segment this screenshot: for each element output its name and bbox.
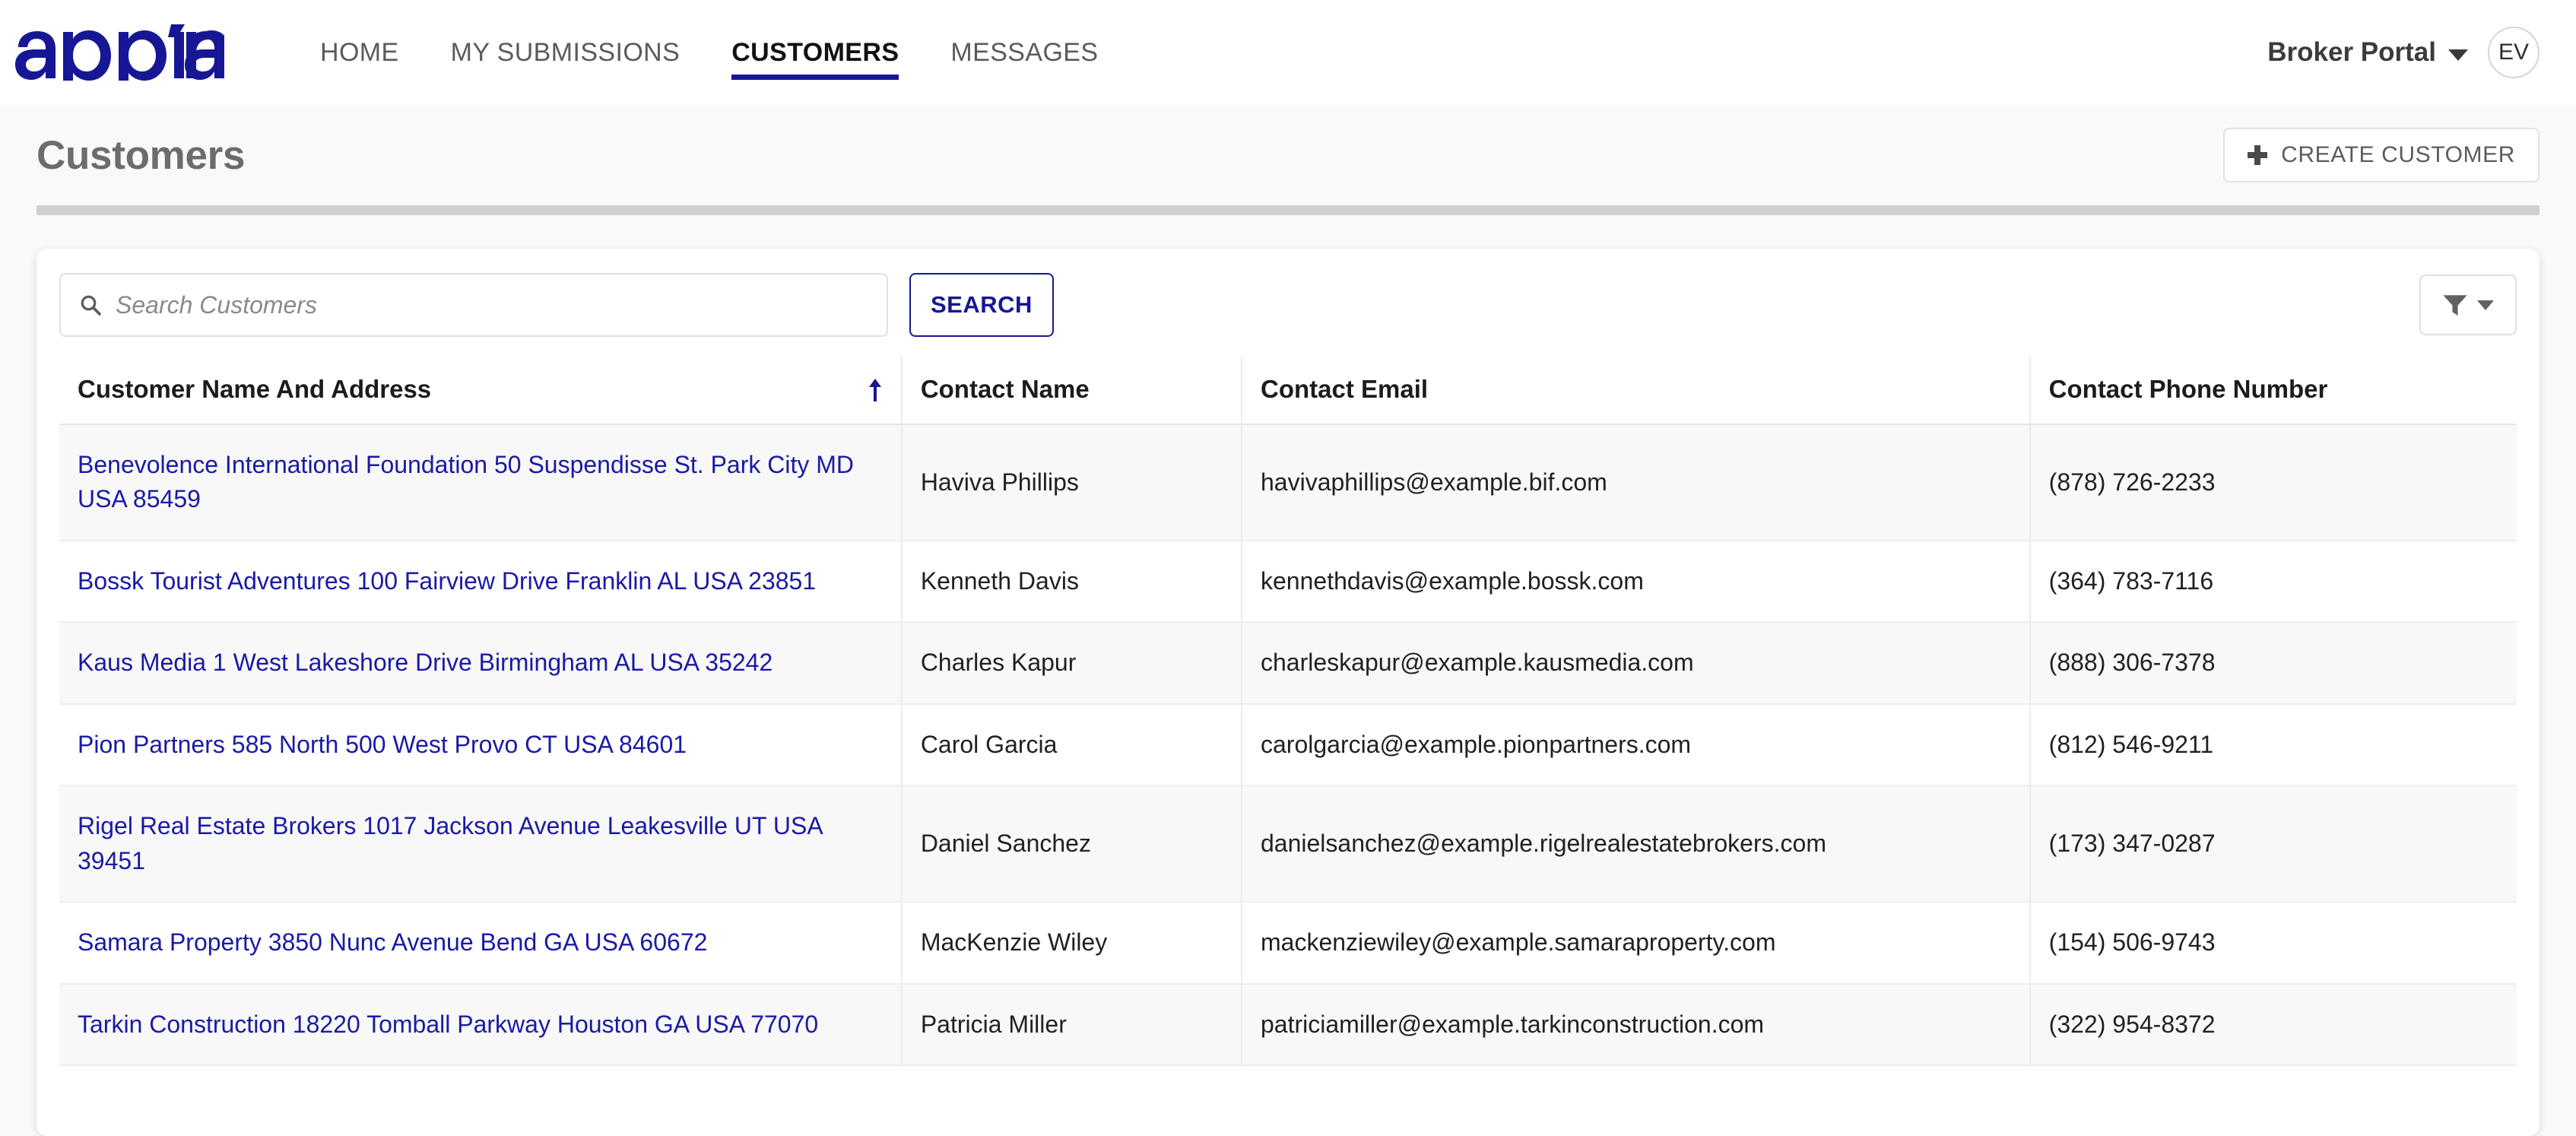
cell-customer-name-and-address: Benevolence International Foundation 50 …: [59, 424, 903, 541]
cell-customer-name-and-address: Bossk Tourist Adventures 100 Fairview Dr…: [59, 540, 903, 624]
chevron-down-icon: [2477, 300, 2494, 310]
portal-switcher[interactable]: Broker Portal: [2267, 37, 2468, 68]
customer-link[interactable]: Kaus Media 1 West Lakeshore Drive Birmin…: [78, 649, 772, 676]
cell-customer-name-and-address: Tarkin Construction 18220 Tomball Parkwa…: [59, 983, 903, 1066]
table-row: Samara Property 3850 Nunc Avenue Bend GA…: [59, 902, 2517, 985]
cell-contact-email: danielsanchez@example.rigelrealestatebro…: [1242, 785, 2031, 903]
table-row: Pion Partners 585 North 500 West Provo C…: [59, 703, 2517, 787]
column-header-customer-name-and-address[interactable]: Customer Name And Address: [59, 357, 903, 425]
nav-item-label: MESSAGES: [950, 37, 1099, 67]
section-divider: [36, 205, 2540, 215]
column-header-contact-email[interactable]: Contact Email: [1242, 357, 2031, 425]
table-row: Bossk Tourist Adventures 100 Fairview Dr…: [59, 540, 2517, 624]
avatar[interactable]: EV: [2488, 27, 2540, 78]
cell-contact-email: mackenziewiley@example.samaraproperty.co…: [1242, 902, 2031, 985]
search-icon: [81, 295, 101, 316]
nav-item-label: CUSTOMERS: [731, 37, 899, 67]
customers-card: SEARCH Customer Name And Address: [36, 249, 2540, 1136]
cell-contact-phone: (888) 306-7378: [2029, 622, 2517, 705]
customer-link[interactable]: Bossk Tourist Adventures 100 Fairview Dr…: [78, 567, 816, 595]
cell-customer-name-and-address: Pion Partners 585 North 500 West Provo C…: [59, 703, 903, 787]
cell-customer-name-and-address: Rigel Real Estate Brokers 1017 Jackson A…: [59, 785, 903, 903]
top-navigation-bar: HOME MY SUBMISSIONS CUSTOMERS MESSAGES B…: [0, 0, 2576, 105]
nav-item-messages[interactable]: MESSAGES: [925, 0, 1124, 105]
cell-contact-email: havivaphillips@example.bif.com: [1242, 424, 2031, 541]
cell-contact-phone: (364) 783-7116: [2029, 540, 2517, 624]
cell-contact-name: MacKenzie Wiley: [901, 902, 1243, 985]
customer-link[interactable]: Samara Property 3850 Nunc Avenue Bend GA…: [78, 928, 707, 956]
column-header-label: Customer Name And Address: [78, 375, 432, 403]
cell-contact-name: Daniel Sanchez: [901, 785, 1243, 903]
table-header: Customer Name And Address Contact Name C…: [59, 357, 2517, 425]
cell-contact-phone: (322) 954-8372: [2029, 983, 2517, 1066]
sort-ascending-icon: [868, 379, 881, 401]
appian-logo[interactable]: [15, 24, 224, 81]
create-customer-button[interactable]: CREATE CUSTOMER: [2223, 128, 2540, 182]
search-input[interactable]: [116, 290, 868, 319]
table-body: Benevolence International Foundation 50 …: [59, 424, 2517, 1066]
cell-customer-name-and-address: Kaus Media 1 West Lakeshore Drive Birmin…: [59, 622, 903, 705]
search-box[interactable]: [59, 273, 888, 337]
cell-contact-email: carolgarcia@example.pionpartners.com: [1242, 703, 2031, 787]
cell-contact-phone: (173) 347-0287: [2029, 785, 2517, 903]
customers-table: Customer Name And Address Contact Name C…: [59, 357, 2517, 1066]
cell-contact-phone: (878) 726-2233: [2029, 424, 2517, 541]
page-header-row: Customers CREATE CUSTOMER: [36, 105, 2540, 205]
funnel-icon: [2443, 295, 2467, 316]
cell-contact-email: charleskapur@example.kausmedia.com: [1242, 622, 2031, 705]
portal-label: Broker Portal: [2267, 37, 2436, 67]
cell-contact-name: Kenneth Davis: [901, 540, 1243, 624]
table-row: Tarkin Construction 18220 Tomball Parkwa…: [59, 983, 2517, 1066]
filter-button[interactable]: [2419, 274, 2517, 335]
cell-contact-email: patriciamiller@example.tarkinconstructio…: [1242, 983, 2031, 1066]
cell-contact-email: kennethdavis@example.bossk.com: [1242, 540, 2031, 624]
table-header-row: Customer Name And Address Contact Name C…: [59, 357, 2517, 425]
main-nav-links: HOME MY SUBMISSIONS CUSTOMERS MESSAGES: [294, 0, 1124, 105]
table-toolbar: SEARCH: [59, 270, 2517, 340]
plus-icon: [2248, 145, 2268, 165]
create-customer-label: CREATE CUSTOMER: [2281, 142, 2515, 167]
table-row: Rigel Real Estate Brokers 1017 Jackson A…: [59, 785, 2517, 903]
customer-link[interactable]: Benevolence International Foundation 50 …: [78, 451, 854, 512]
cell-contact-phone: (154) 506-9743: [2029, 902, 2517, 985]
cell-contact-name: Patricia Miller: [901, 983, 1243, 1066]
avatar-initials: EV: [2498, 40, 2530, 65]
table-row: Kaus Media 1 West Lakeshore Drive Birmin…: [59, 622, 2517, 705]
customer-link[interactable]: Pion Partners 585 North 500 West Provo C…: [78, 731, 687, 758]
nav-item-label: MY SUBMISSIONS: [450, 37, 680, 67]
column-header-contact-name[interactable]: Contact Name: [901, 357, 1243, 425]
column-header-contact-phone-number[interactable]: Contact Phone Number: [2029, 357, 2517, 425]
page-header-band: Customers CREATE CUSTOMER: [0, 105, 2576, 215]
cell-contact-phone: (812) 546-9211: [2029, 703, 2517, 787]
cell-customer-name-and-address: Samara Property 3850 Nunc Avenue Bend GA…: [59, 902, 903, 985]
top-bar-right-group: Broker Portal EV: [2267, 27, 2540, 78]
customer-link[interactable]: Tarkin Construction 18220 Tomball Parkwa…: [78, 1011, 818, 1038]
nav-item-label: HOME: [320, 37, 399, 67]
content-area: SEARCH Customer Name And Address: [0, 215, 2576, 1136]
customer-link[interactable]: Rigel Real Estate Brokers 1017 Jackson A…: [78, 812, 822, 874]
nav-item-my-submissions[interactable]: MY SUBMISSIONS: [425, 0, 706, 105]
cell-contact-name: Charles Kapur: [901, 622, 1243, 705]
chevron-down-icon: [2448, 49, 2468, 61]
column-header-label: Contact Email: [1261, 375, 1429, 403]
nav-item-customers[interactable]: CUSTOMERS: [706, 0, 925, 105]
column-header-label: Contact Phone Number: [2048, 375, 2328, 403]
page-title: Customers: [36, 132, 246, 178]
nav-item-home[interactable]: HOME: [294, 0, 425, 105]
table-row: Benevolence International Foundation 50 …: [59, 424, 2517, 541]
cell-contact-name: Carol Garcia: [901, 703, 1243, 787]
cell-contact-name: Haviva Phillips: [901, 424, 1243, 541]
search-button[interactable]: SEARCH: [909, 273, 1054, 337]
column-header-label: Contact Name: [920, 375, 1090, 403]
